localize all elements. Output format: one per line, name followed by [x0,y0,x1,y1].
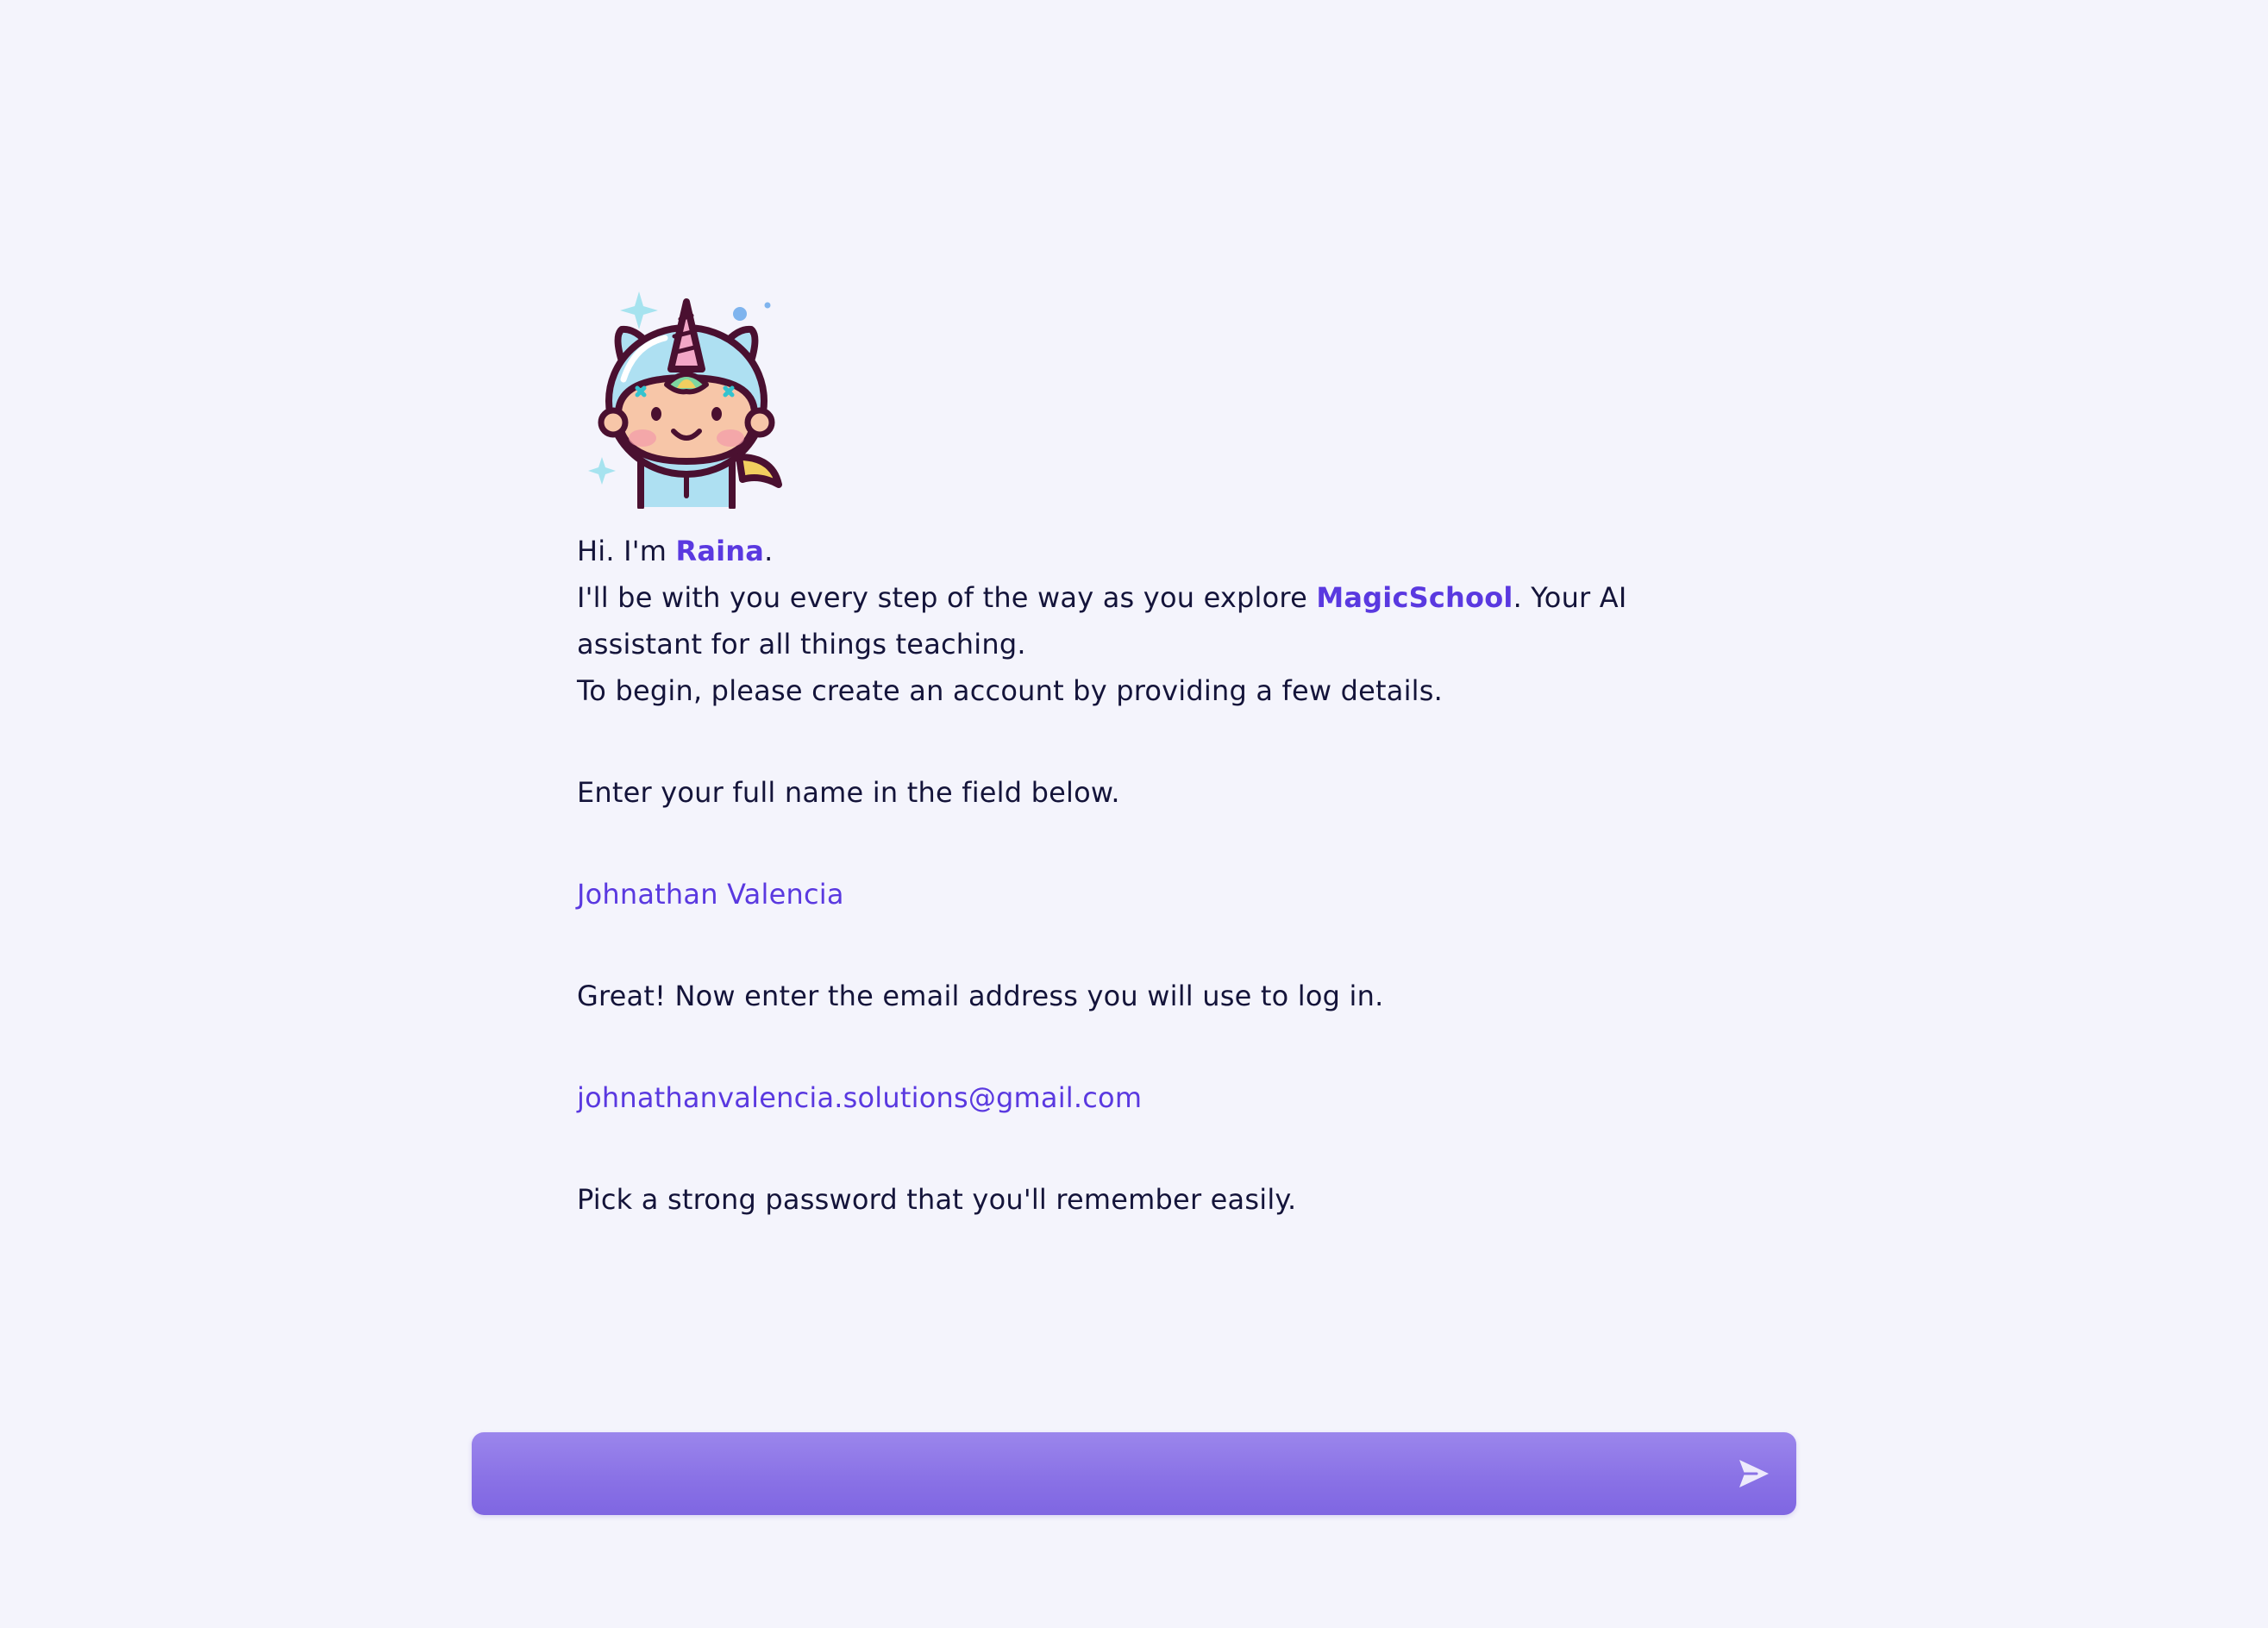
greeting-line: Hi. I'm Raina. [577,528,1784,574]
chat-thread: Hi. I'm Raina. I'll be with you every st… [577,285,1784,1223]
intro-text: I'll be with you every step of the way a… [577,581,1317,614]
greeting-text: Hi. I'm [577,535,676,567]
greeting-suffix: . [764,535,774,567]
intro-line: I'll be with you every step of the way a… [577,574,1715,667]
send-icon[interactable] [1734,1455,1772,1493]
bot-message-name-prompt: Enter your full name in the field below. [577,776,1120,809]
message-input[interactable] [498,1432,1726,1517]
intro-message: Hi. I'm Raina. I'll be with you every st… [577,528,1784,714]
message-composer [472,1432,1796,1517]
brand-name: MagicSchool [1316,581,1513,614]
signup-chat-page: Hi. I'm Raina. I'll be with you every st… [0,0,2268,1628]
bot-message-email-prompt: Great! Now enter the email address you w… [577,980,1384,1012]
sparkle-icon [620,291,658,329]
sparkle-icon [588,457,616,485]
bot-message-password-prompt: Pick a strong password that you'll remem… [577,1183,1297,1216]
assistant-name: Raina [675,535,765,567]
raina-avatar [588,291,782,509]
begin-instruction: To begin, please create an account by pr… [577,674,1444,707]
user-message-email: johnathanvalencia.solutions@gmail.com [577,1081,1143,1114]
user-message-full-name: Johnathan Valencia [577,878,844,911]
